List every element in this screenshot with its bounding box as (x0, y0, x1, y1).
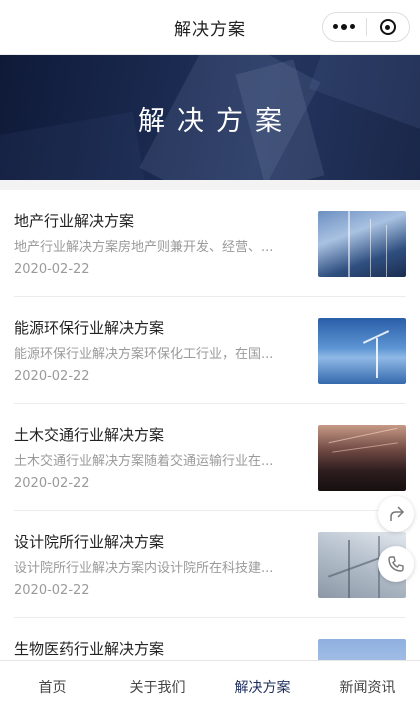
solution-list: 地产行业解决方案 地产行业解决方案房地产则兼开发、经营、... 2020-02-… (0, 190, 420, 725)
list-item[interactable]: 能源环保行业解决方案 能源环保行业解决方案环保化工行业，在国... 2020-0… (14, 297, 406, 404)
item-title: 能源环保行业解决方案 (14, 319, 165, 337)
tab-bar: 首页 关于我们 解决方案 新闻资讯 (0, 660, 420, 712)
item-date: 2020-02-22 (14, 262, 90, 277)
item-description: 土木交通行业解决方案随着交通运输行业在... (14, 454, 274, 469)
more-icon (333, 24, 356, 30)
close-program-button[interactable] (367, 13, 410, 41)
title-bar: 解决方案 (0, 0, 420, 55)
item-description: 地产行业解决方案房地产则兼开发、经营、... (14, 240, 274, 255)
page-title: 解决方案 (174, 19, 246, 40)
share-button[interactable] (378, 496, 414, 532)
item-title: 土木交通行业解决方案 (14, 426, 165, 444)
phone-icon (388, 556, 404, 572)
banner-title: 解决方案 (138, 106, 294, 137)
item-title: 地产行业解决方案 (14, 212, 135, 230)
section-gap (0, 180, 420, 190)
tab-news[interactable]: 新闻资讯 (315, 677, 420, 697)
more-button[interactable] (323, 13, 366, 41)
item-date: 2020-02-22 (14, 583, 90, 598)
item-date: 2020-02-22 (14, 476, 90, 491)
tab-home[interactable]: 首页 (0, 677, 105, 697)
list-item[interactable]: 地产行业解决方案 地产行业解决方案房地产则兼开发、经营、... 2020-02-… (14, 190, 406, 297)
wind-turbine-thumbnail (318, 318, 406, 384)
tab-solutions[interactable]: 解决方案 (210, 677, 315, 697)
banner: 解决方案 (0, 55, 420, 180)
skyscraper-thumbnail (318, 211, 406, 277)
list-item[interactable]: 设计院所行业解决方案 设计院所行业解决方案内设计院所在科技建... 2020-0… (14, 511, 406, 618)
share-icon (390, 506, 405, 521)
mini-program-capsule (322, 12, 410, 42)
tunnel-thumbnail (318, 425, 406, 491)
item-description: 设计院所行业解决方案内设计院所在科技建... (14, 561, 274, 576)
item-title: 设计院所行业解决方案 (14, 533, 165, 551)
item-description: 能源环保行业解决方案环保化工行业，在国... (14, 347, 274, 362)
phone-button[interactable] (378, 546, 414, 582)
item-date: 2020-02-22 (14, 369, 90, 384)
item-title: 生物医药行业解决方案 (14, 640, 165, 658)
list-item[interactable]: 土木交通行业解决方案 土木交通行业解决方案随着交通运输行业在... 2020-0… (14, 404, 406, 511)
target-icon (379, 19, 396, 35)
tab-about-us[interactable]: 关于我们 (105, 677, 210, 697)
